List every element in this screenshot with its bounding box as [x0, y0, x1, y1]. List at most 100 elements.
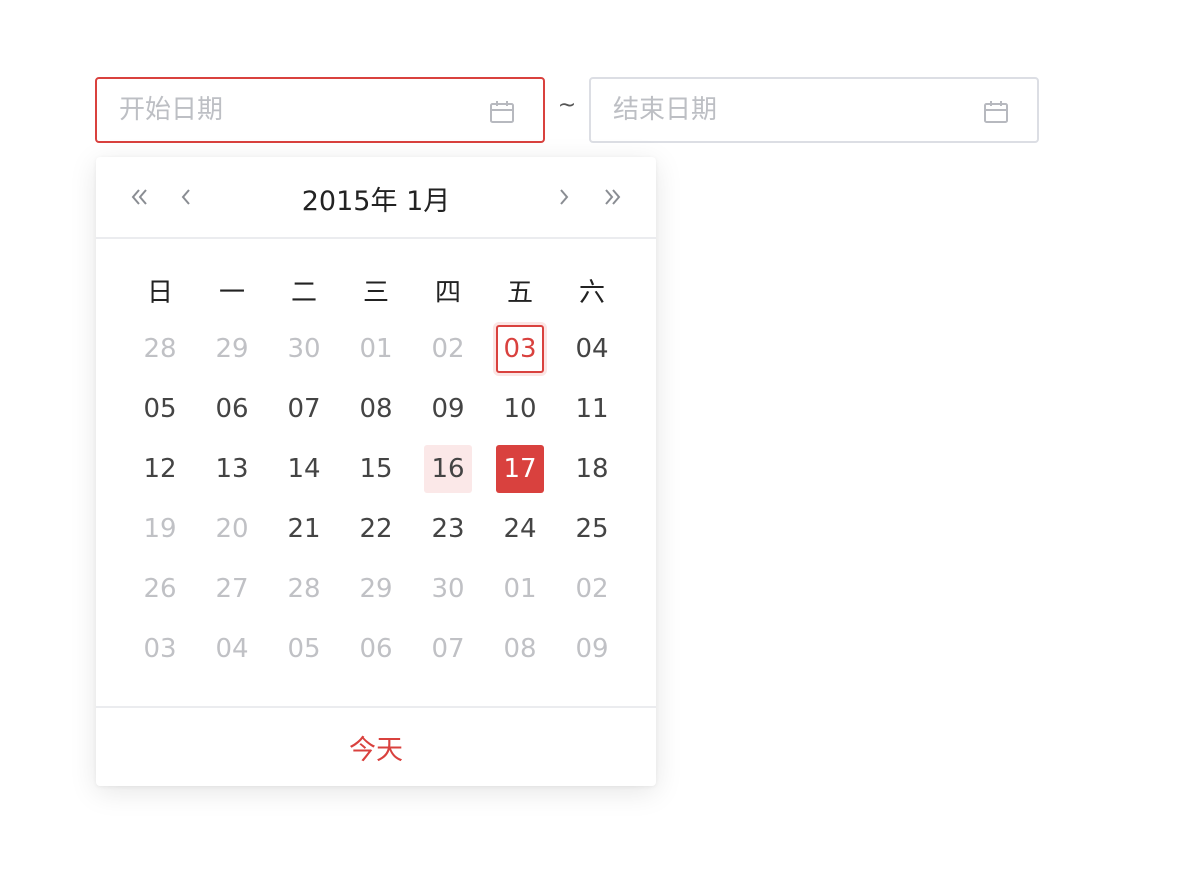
calendar-icon[interactable] — [983, 99, 1009, 125]
calendar-cell: 11 — [556, 379, 628, 439]
day-cell-other[interactable]: 30 — [280, 325, 328, 373]
chevron-left-icon — [181, 189, 190, 205]
month-label[interactable]: 1月 — [406, 186, 450, 217]
day-cell[interactable]: 24 — [496, 505, 544, 553]
day-cell[interactable]: 08 — [352, 385, 400, 433]
day-cell[interactable]: 10 — [496, 385, 544, 433]
day-cell[interactable]: 06 — [208, 385, 256, 433]
day-cell-other[interactable]: 06 — [352, 625, 400, 673]
calendar-cell: 24 — [484, 499, 556, 559]
double-chevron-left-icon — [131, 189, 147, 205]
calendar-cell: 02 — [412, 319, 484, 379]
day-cell-other[interactable]: 28 — [280, 565, 328, 613]
day-cell-other[interactable]: 19 — [136, 505, 184, 553]
day-cell-other[interactable]: 05 — [280, 625, 328, 673]
calendar-cell: 07 — [268, 379, 340, 439]
calendar-panel: 2015年 1月 日 一 二 三 四 五 六 28 29 30 01 02 03 04 05 0… — [96, 157, 656, 786]
calendar-cell: 23 — [412, 499, 484, 559]
calendar-cell: 10 — [484, 379, 556, 439]
calendar-cell: 12 — [124, 439, 196, 499]
day-cell-other[interactable]: 27 — [208, 565, 256, 613]
end-date-input[interactable] — [613, 93, 953, 127]
year-label[interactable]: 2015年 — [302, 186, 398, 217]
day-cell[interactable]: 25 — [568, 505, 616, 553]
day-cell-other[interactable]: 29 — [208, 325, 256, 373]
day-cell[interactable]: 13 — [208, 445, 256, 493]
start-date-field[interactable] — [95, 77, 545, 143]
weekday-label: 二 — [290, 278, 317, 308]
weekday-label: 四 — [434, 278, 461, 308]
day-cell-other[interactable]: 29 — [352, 565, 400, 613]
day-cell-other[interactable]: 04 — [208, 625, 256, 673]
calendar-cell: 13 — [196, 439, 268, 499]
day-cell[interactable]: 07 — [280, 385, 328, 433]
day-cell-other[interactable]: 09 — [568, 625, 616, 673]
today-button[interactable]: 今天 — [349, 728, 403, 767]
day-cell[interactable]: 22 — [352, 505, 400, 553]
day-cell-other[interactable]: 08 — [496, 625, 544, 673]
calendar-cell: 09 — [556, 619, 628, 679]
calendar-cell: 17 — [484, 439, 556, 499]
calendar-icon[interactable] — [489, 99, 515, 125]
end-date-field[interactable] — [589, 77, 1039, 143]
calendar-week-row: 05 06 07 08 09 10 11 — [124, 379, 628, 439]
calendar-footer: 今天 — [96, 706, 656, 786]
calendar-cell: 06 — [196, 379, 268, 439]
range-separator: ~ — [557, 93, 577, 118]
calendar-cell: 20 — [196, 499, 268, 559]
day-cell[interactable]: 04 — [568, 325, 616, 373]
next-year-button[interactable] — [594, 177, 630, 217]
day-cell-other[interactable]: 01 — [496, 565, 544, 613]
prev-year-button[interactable] — [122, 177, 158, 217]
calendar-cell: 08 — [340, 379, 412, 439]
day-cell[interactable]: 18 — [568, 445, 616, 493]
start-date-input[interactable] — [119, 93, 459, 127]
calendar-week-row: 12 13 14 15 16 17 18 — [124, 439, 628, 499]
calendar-cell: 21 — [268, 499, 340, 559]
double-chevron-right-icon — [605, 189, 621, 205]
calendar-cell: 28 — [124, 319, 196, 379]
weekday-header: 日 一 二 三 四 五 六 — [124, 267, 628, 319]
day-cell[interactable]: 15 — [352, 445, 400, 493]
calendar-cell: 22 — [340, 499, 412, 559]
calendar-cell: 01 — [340, 319, 412, 379]
weekday-label: 一 — [218, 278, 245, 308]
day-cell-other[interactable]: 02 — [568, 565, 616, 613]
weekday-label: 六 — [578, 278, 605, 308]
calendar-cell: 04 — [556, 319, 628, 379]
calendar-cell: 09 — [412, 379, 484, 439]
day-cell-other[interactable]: 26 — [136, 565, 184, 613]
day-cell-other[interactable]: 20 — [208, 505, 256, 553]
calendar-cell: 29 — [340, 559, 412, 619]
calendar-cell: 27 — [196, 559, 268, 619]
calendar-cell: 30 — [268, 319, 340, 379]
day-cell-selected[interactable]: 17 — [496, 445, 544, 493]
calendar-cell: 19 — [124, 499, 196, 559]
calendar-cell: 05 — [268, 619, 340, 679]
calendar-cell: 30 — [412, 559, 484, 619]
day-cell-other[interactable]: 07 — [424, 625, 472, 673]
day-cell[interactable]: 12 — [136, 445, 184, 493]
day-cell-other[interactable]: 01 — [352, 325, 400, 373]
day-cell-other[interactable]: 28 — [136, 325, 184, 373]
next-month-button[interactable] — [546, 177, 582, 217]
day-cell[interactable]: 09 — [424, 385, 472, 433]
day-cell[interactable]: 05 — [136, 385, 184, 433]
day-cell-today[interactable]: 03 — [496, 325, 544, 373]
calendar-cell: 15 — [340, 439, 412, 499]
calendar-cell: 05 — [124, 379, 196, 439]
day-cell-other[interactable]: 30 — [424, 565, 472, 613]
calendar-week-row: 03 04 05 06 07 08 09 — [124, 619, 628, 679]
calendar-title: 2015年 1月 — [236, 179, 516, 218]
day-cell-other[interactable]: 03 — [136, 625, 184, 673]
prev-month-button[interactable] — [168, 177, 204, 217]
day-cell[interactable]: 23 — [424, 505, 472, 553]
day-cell[interactable]: 11 — [568, 385, 616, 433]
calendar-week-row: 28 29 30 01 02 03 04 — [124, 319, 628, 379]
day-cell-in-range[interactable]: 16 — [424, 445, 472, 493]
calendar-cell: 03 — [124, 619, 196, 679]
day-cell-other[interactable]: 02 — [424, 325, 472, 373]
calendar-cell: 18 — [556, 439, 628, 499]
day-cell[interactable]: 14 — [280, 445, 328, 493]
day-cell[interactable]: 21 — [280, 505, 328, 553]
